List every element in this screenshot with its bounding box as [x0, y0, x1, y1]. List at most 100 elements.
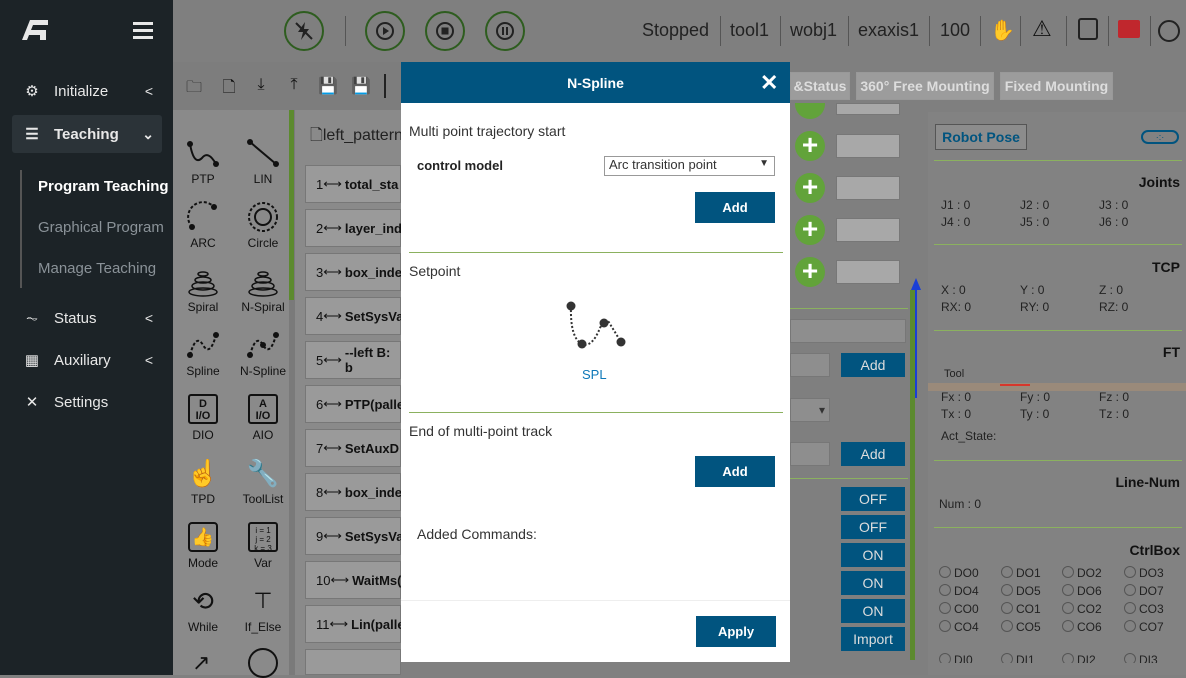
hamburger-icon[interactable] [133, 22, 153, 39]
play-button[interactable] [365, 11, 405, 51]
exaxis-indicator[interactable]: exaxis1 [858, 20, 919, 41]
io-toggle-button[interactable]: ON [841, 599, 905, 623]
nav-status[interactable]: ⏦ Status < [0, 299, 173, 337]
tab-fixed-mounting[interactable]: Fixed Mounting [1000, 72, 1113, 100]
new-file-icon[interactable]: 🗋 [220, 76, 238, 96]
text-input[interactable] [790, 353, 830, 377]
palette-mode[interactable]: 👍 Mode [175, 518, 231, 570]
palette-circle[interactable]: Circle [235, 198, 291, 250]
add-circle-icon[interactable]: + [795, 131, 825, 161]
save-as-icon[interactable]: 💾 [351, 76, 371, 95]
nav-teaching[interactable]: ☰ Teaching ⌄ [12, 115, 162, 153]
io-toggle-button[interactable]: ON [841, 571, 905, 595]
nav-settings[interactable]: ✕ Settings [0, 383, 173, 421]
do4-indicator[interactable]: DO4 [939, 584, 979, 598]
open-folder-icon[interactable]: 🗀 [185, 76, 203, 96]
program-row[interactable]: 1 ⟷ total_sta [305, 165, 401, 203]
io-toggle-button[interactable]: OFF [841, 515, 905, 539]
close-icon[interactable]: ✕ [760, 70, 778, 96]
control-model-select[interactable]: Arc transition point ▼ [604, 156, 775, 176]
arrow-icon[interactable]: ↗ [192, 650, 210, 676]
clock-icon[interactable] [248, 648, 278, 678]
palette-lin[interactable]: LIN [235, 134, 291, 186]
do3-indicator[interactable]: DO3 [1124, 566, 1164, 580]
palette-n-spline[interactable]: N-Spline [235, 326, 291, 378]
add-button[interactable]: Add [841, 442, 905, 466]
add-start-button[interactable]: Add [695, 192, 775, 223]
program-row[interactable]: 7 ⟷ SetAuxD [305, 429, 401, 467]
palette-dio[interactable]: D I/O DIO [175, 390, 231, 442]
apply-button[interactable]: Apply [696, 616, 776, 647]
program-row[interactable]: 3 ⟷ box_inde [305, 253, 402, 291]
warning-icon[interactable]: ⚠ [1032, 16, 1052, 42]
di1-indicator[interactable]: DI1 [1001, 653, 1035, 663]
palette-aio[interactable]: A I/O AIO [235, 390, 291, 442]
spl-point-button[interactable] [560, 298, 630, 354]
dropdown-select[interactable]: ▾ [790, 398, 830, 422]
co7-indicator[interactable]: CO7 [1124, 620, 1164, 634]
program-row[interactable]: 10 ⟷ WaitMs( [305, 561, 401, 599]
user-icon[interactable] [1158, 20, 1180, 42]
pause-button[interactable] [485, 11, 525, 51]
palette-var[interactable]: i = 1j = 2k = 3 Var [235, 518, 291, 570]
value-input[interactable] [836, 218, 900, 242]
program-file[interactable]: 🗋left_pattern [310, 124, 403, 151]
co5-indicator[interactable]: CO5 [1001, 620, 1041, 634]
wobj-indicator[interactable]: wobj1 [790, 20, 837, 41]
hand-drag-icon[interactable]: ✋ [990, 18, 1015, 43]
speed-indicator[interactable]: 100 [940, 20, 970, 41]
palette-n-spiral[interactable]: N-Spiral [235, 262, 291, 314]
tab-free-mounting[interactable]: 360° Free Mounting [856, 72, 994, 100]
di2-indicator[interactable]: DI2 [1062, 653, 1096, 663]
do2-indicator[interactable]: DO2 [1062, 566, 1102, 580]
program-row[interactable]: 6 ⟷ PTP(palle [305, 385, 404, 423]
co4-indicator[interactable]: CO4 [939, 620, 979, 634]
no-touch-icon[interactable] [1078, 18, 1098, 40]
palette-if-else[interactable]: ⊤ If_Else [235, 582, 291, 634]
program-row[interactable]: 9 ⟷ SetSysVa [305, 517, 403, 555]
upload-icon[interactable]: ⤒ [285, 76, 303, 94]
download-icon[interactable]: ⤓ [252, 76, 270, 94]
tab-status[interactable]: &Status [790, 72, 850, 100]
add-circle-icon[interactable]: + [795, 215, 825, 245]
do5-indicator[interactable]: DO5 [1001, 584, 1041, 598]
tool-indicator[interactable]: tool1 [730, 20, 769, 41]
robot-arm-icon[interactable] [1118, 20, 1140, 38]
di3-indicator[interactable]: DI3 [1124, 653, 1158, 663]
add-end-button[interactable]: Add [695, 456, 775, 487]
add-circle-icon[interactable]: + [795, 257, 825, 287]
palette-spline[interactable]: Spline [175, 326, 231, 378]
co0-indicator[interactable]: CO0 [939, 602, 979, 616]
do0-indicator[interactable]: DO0 [939, 566, 979, 580]
program-row[interactable]: 5 ⟷ --left B: b [305, 341, 401, 379]
program-row[interactable]: 2 ⟷ layer_ind [305, 209, 402, 247]
program-row[interactable]: 4 ⟷ SetSysVa [305, 297, 403, 335]
co3-indicator[interactable]: CO3 [1124, 602, 1164, 616]
palette-ptp[interactable]: PTP [175, 134, 231, 186]
value-input[interactable] [836, 260, 900, 284]
palette-spiral[interactable]: Spiral [175, 262, 231, 314]
add-button[interactable]: Add [841, 353, 905, 377]
palette-arc[interactable]: ARC [175, 198, 231, 250]
save-icon[interactable]: 💾 [318, 76, 338, 95]
subnav-program-teaching[interactable]: Program Teaching [38, 178, 169, 195]
co6-indicator[interactable]: CO6 [1062, 620, 1102, 634]
subnav-graphical-program[interactable]: Graphical Program [38, 219, 164, 236]
co2-indicator[interactable]: CO2 [1062, 602, 1102, 616]
value-input[interactable] [836, 134, 900, 158]
value-input[interactable] [836, 103, 900, 115]
io-toggle-button[interactable]: ON [841, 543, 905, 567]
io-toggle-button[interactable]: OFF [841, 487, 905, 511]
palette-while[interactable]: ⟲ While [175, 582, 231, 635]
stop-button[interactable] [425, 11, 465, 51]
di0-indicator[interactable]: DI0 [939, 653, 973, 663]
value-input[interactable] [836, 176, 900, 200]
program-row[interactable]: 8 ⟷ box_inde [305, 473, 402, 511]
co1-indicator[interactable]: CO1 [1001, 602, 1041, 616]
program-row[interactable]: 11 ⟷ Lin(palle [305, 605, 405, 643]
import-button[interactable]: Import [841, 627, 905, 651]
add-circle-icon[interactable]: + [795, 173, 825, 203]
do7-indicator[interactable]: DO7 [1124, 584, 1164, 598]
robot-pose-button[interactable]: Robot Pose [935, 124, 1027, 150]
do6-indicator[interactable]: DO6 [1062, 584, 1102, 598]
